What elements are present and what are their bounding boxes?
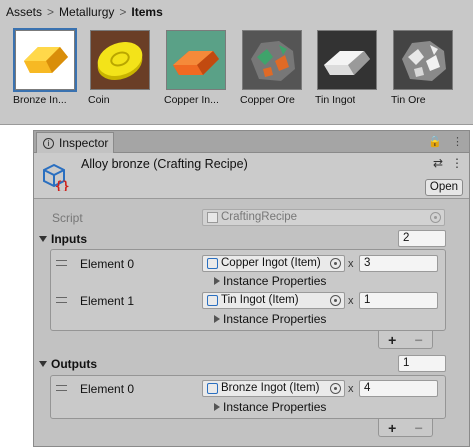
outputs-label[interactable]: Outputs (51, 357, 97, 371)
inputs-element-1-item-field[interactable]: Tin Ingot (Item) (202, 292, 345, 309)
times-label: x (348, 295, 354, 307)
inputs-element-1-instance-properties[interactable]: Instance Properties (223, 312, 326, 326)
object-picker-icon (430, 212, 441, 223)
inputs-add-remove: + − (378, 331, 433, 349)
asset-copper-ore[interactable]: Copper Ore (240, 30, 304, 106)
asset-label: Copper Ore (240, 94, 295, 106)
script-file-icon (207, 212, 218, 223)
inputs-element-0-qty[interactable]: 3 (359, 255, 438, 272)
tab-label: Inspector (59, 136, 109, 150)
sliders-icon[interactable]: ⇄ (433, 156, 443, 170)
inputs-element-1-label: Element 1 (80, 294, 135, 308)
breadcrumb-metallurgy[interactable]: Metallurgy (59, 5, 114, 19)
inspector-tab-bar: i Inspector 🔒 ⋮ (34, 131, 469, 153)
inputs-element-0-label: Element 0 (80, 257, 135, 271)
inspector-header: {} Alloy bronze (Crafting Recipe) ⇄ ⋮ Op… (34, 153, 469, 199)
asset-label: Tin Ingot (315, 94, 356, 106)
drag-handle-icon[interactable] (56, 385, 67, 391)
item-value: Tin Ingot (Item) (221, 294, 299, 306)
drag-handle-icon[interactable] (56, 297, 67, 303)
inputs-size-field[interactable]: 2 (398, 230, 446, 247)
inputs-element-0-item-field[interactable]: Copper Ingot (Item) (202, 255, 345, 272)
asset-label: Bronze In... (13, 94, 67, 106)
copper-ore-icon (242, 30, 302, 90)
info-icon: i (43, 137, 54, 149)
object-picker-icon[interactable] (330, 258, 341, 269)
inputs-element-1-qty[interactable]: 1 (359, 292, 438, 309)
object-picker-icon[interactable] (330, 295, 341, 306)
object-picker-icon[interactable] (330, 383, 341, 394)
project-window: Assets > Metallurgy > Items Bronze In...… (0, 0, 473, 125)
kebab-menu-icon[interactable]: ⋮ (451, 156, 463, 170)
item-value: Copper Ingot (Item) (221, 257, 321, 269)
svg-text:{}: {} (55, 179, 69, 191)
outputs-element-0-label: Element 0 (80, 382, 135, 396)
bronze-ingot-icon (13, 28, 77, 92)
header-tools: ⇄ ⋮ (433, 156, 463, 170)
asset-grid: Bronze In... Coin Copper In... Copper Or… (0, 28, 473, 115)
breadcrumb-assets[interactable]: Assets (6, 5, 42, 19)
open-button[interactable]: Open (425, 179, 463, 196)
outputs-element-0-qty[interactable]: 4 (359, 380, 438, 397)
script-label: Script (52, 211, 83, 225)
instance-properties-arrow[interactable] (214, 277, 220, 285)
outputs-add-remove: + − (378, 419, 433, 437)
asset-coin[interactable]: Coin (88, 30, 152, 106)
breadcrumb-items[interactable]: Items (131, 5, 162, 19)
asset-label: Coin (88, 94, 110, 106)
outputs-element-0-instance-properties[interactable]: Instance Properties (223, 400, 326, 414)
inspector-window: i Inspector 🔒 ⋮ {} Alloy bronze (Craftin… (33, 130, 470, 447)
asset-label: Copper In... (164, 94, 219, 106)
breadcrumb-separator: > (119, 5, 127, 19)
outputs-size-field[interactable]: 1 (398, 355, 446, 372)
asset-label: Tin Ore (391, 94, 426, 106)
times-label: x (348, 258, 354, 270)
inputs-foldout-arrow[interactable] (39, 236, 47, 242)
outputs-foldout-arrow[interactable] (39, 361, 47, 367)
script-field: CraftingRecipe (202, 209, 445, 226)
asset-bronze-ingot[interactable]: Bronze In... (13, 28, 77, 106)
tin-ore-icon (393, 30, 453, 90)
instance-properties-arrow[interactable] (214, 315, 220, 323)
tab-inspector[interactable]: i Inspector (36, 132, 114, 153)
page-title: Alloy bronze (Crafting Recipe) (81, 157, 248, 171)
app-root: Assets > Metallurgy > Items Bronze In...… (0, 0, 473, 447)
asset-tin-ore[interactable]: Tin Ore (391, 30, 455, 106)
scriptable-object-icon (207, 295, 218, 306)
copper-ingot-icon (166, 30, 226, 90)
tab-tools: 🔒 ⋮ (428, 135, 463, 148)
item-value: Bronze Ingot (Item) (221, 382, 320, 394)
inputs-label[interactable]: Inputs (51, 232, 87, 246)
coin-icon (90, 30, 150, 90)
remove-element-button[interactable]: − (415, 420, 423, 436)
lock-icon[interactable]: 🔒 (428, 135, 442, 148)
outputs-element-0-item-field[interactable]: Bronze Ingot (Item) (202, 380, 345, 397)
add-element-button[interactable]: + (388, 332, 396, 348)
inputs-element-0-instance-properties[interactable]: Instance Properties (223, 274, 326, 288)
scriptable-object-icon: {} (40, 161, 70, 193)
kebab-menu-icon[interactable]: ⋮ (452, 135, 463, 148)
times-label: x (348, 383, 354, 395)
instance-properties-arrow[interactable] (214, 403, 220, 411)
asset-copper-ingot[interactable]: Copper In... (164, 30, 228, 106)
drag-handle-icon[interactable] (56, 260, 67, 266)
remove-element-button[interactable]: − (415, 332, 423, 348)
scriptable-object-icon (207, 383, 218, 394)
breadcrumb: Assets > Metallurgy > Items (6, 4, 163, 20)
asset-tin-ingot[interactable]: Tin Ingot (315, 30, 379, 106)
add-element-button[interactable]: + (388, 420, 396, 436)
tin-ingot-icon (317, 30, 377, 90)
breadcrumb-separator: > (47, 5, 55, 19)
scriptable-object-icon (207, 258, 218, 269)
script-value: CraftingRecipe (221, 211, 298, 223)
